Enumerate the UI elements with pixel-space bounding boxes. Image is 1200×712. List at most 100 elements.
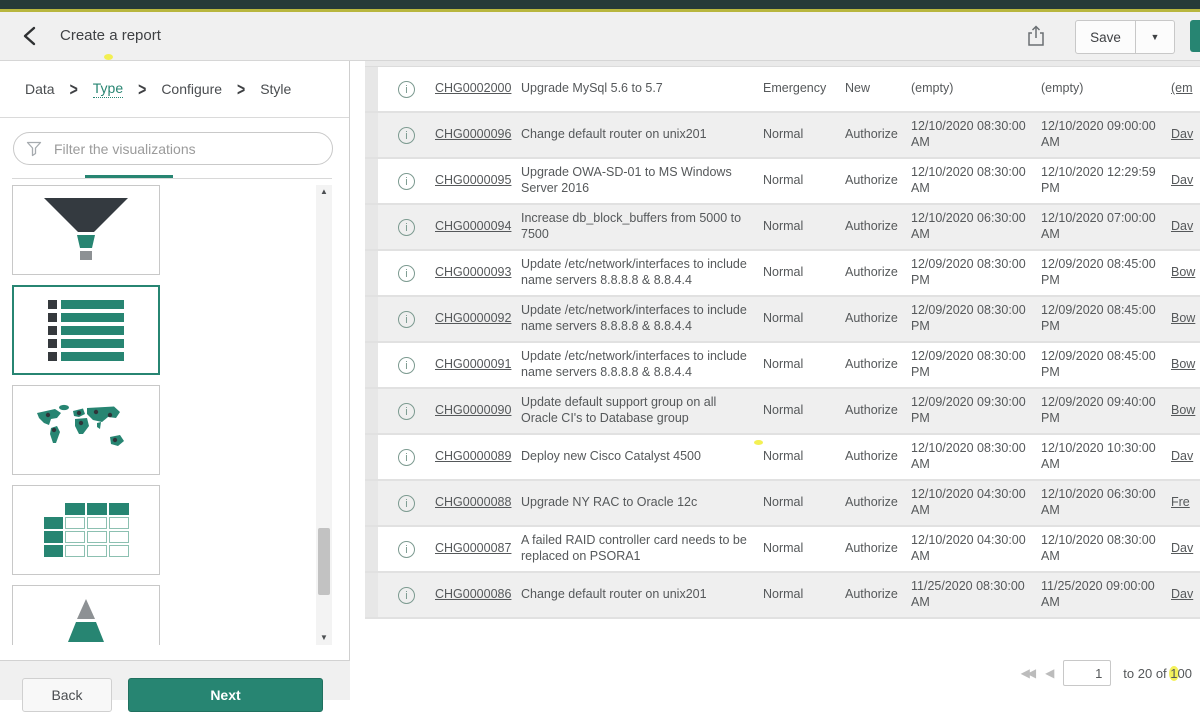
- info-circle-icon[interactable]: [398, 495, 415, 512]
- row-assignee-link[interactable]: Dav: [1171, 541, 1193, 555]
- row-id-link[interactable]: CHG0000090: [435, 403, 511, 417]
- viz-thumb-pyramid[interactable]: [12, 585, 160, 645]
- row-id-link[interactable]: CHG0000088: [435, 495, 511, 509]
- row-assignee-link[interactable]: Bow: [1171, 265, 1195, 279]
- scrollbar-thumb[interactable]: [318, 528, 330, 595]
- row-assignee-link[interactable]: (em: [1171, 81, 1193, 95]
- row-assignee-link[interactable]: Bow: [1171, 403, 1195, 417]
- row-id-link[interactable]: CHG0002000: [435, 81, 511, 95]
- row-assignee-link[interactable]: Bow: [1171, 357, 1195, 371]
- row-id-link[interactable]: CHG0000092: [435, 311, 511, 325]
- pyramid-chart-icon: [41, 597, 131, 645]
- scroll-up-icon[interactable]: ▲: [316, 185, 332, 199]
- row-id-link[interactable]: CHG0000086: [435, 587, 511, 601]
- row-id-link[interactable]: CHG0000091: [435, 357, 511, 371]
- back-button[interactable]: Back: [22, 678, 112, 712]
- viz-thumb-funnel[interactable]: [12, 185, 160, 275]
- row-gutter: [365, 343, 378, 387]
- row-state: Authorize: [845, 168, 911, 194]
- wizard-step-style[interactable]: Style: [260, 81, 291, 97]
- row-id-link[interactable]: CHG0000094: [435, 219, 511, 233]
- info-circle-icon[interactable]: [398, 449, 415, 466]
- save-menu-button[interactable]: ▼: [1136, 20, 1175, 54]
- table-row[interactable]: CHG0000089 Deploy new Cisco Catalyst 450…: [365, 435, 1200, 481]
- wizard-step-type[interactable]: Type: [93, 80, 123, 98]
- info-circle-icon[interactable]: [398, 81, 415, 98]
- info-circle-icon[interactable]: [398, 587, 415, 604]
- row-start-date: 11/25/2020 08:30:00 AM: [911, 574, 1041, 616]
- row-start-date: 12/09/2020 08:30:00 PM: [911, 344, 1041, 386]
- table-row[interactable]: CHG0002000 Upgrade MySql 5.6 to 5.7 Emer…: [365, 67, 1200, 113]
- share-export-icon[interactable]: [1024, 24, 1048, 48]
- wizard-step-configure[interactable]: Configure: [161, 81, 222, 97]
- row-start-date: 12/10/2020 04:30:00 AM: [911, 482, 1041, 524]
- row-state: Authorize: [845, 490, 911, 516]
- table-row[interactable]: CHG0000090 Update default support group …: [365, 389, 1200, 435]
- viz-thumb-list[interactable]: [12, 285, 160, 375]
- first-page-button[interactable]: ◀◀: [1021, 666, 1033, 680]
- viz-thumb-map[interactable]: [12, 385, 160, 475]
- previous-page-button[interactable]: ◀: [1045, 666, 1051, 680]
- viz-list-scrollbar[interactable]: ▲ ▼: [316, 185, 332, 645]
- row-description: Upgrade NY RAC to Oracle 12c: [521, 490, 763, 516]
- edge-teal-button[interactable]: [1190, 20, 1200, 52]
- table-row[interactable]: CHG0000096 Change default router on unix…: [365, 113, 1200, 159]
- row-start-date: 12/10/2020 04:30:00 AM: [911, 528, 1041, 570]
- row-id-link[interactable]: CHG0000093: [435, 265, 511, 279]
- row-id-link[interactable]: CHG0000089: [435, 449, 511, 463]
- panel-footer: Back Next: [0, 660, 350, 700]
- info-circle-icon[interactable]: [398, 219, 415, 236]
- row-assignee-link[interactable]: Dav: [1171, 587, 1193, 601]
- row-start-date: (empty): [911, 76, 1041, 102]
- row-end-date: 12/10/2020 07:00:00 AM: [1041, 206, 1171, 248]
- info-circle-icon[interactable]: [398, 357, 415, 374]
- row-id-link[interactable]: CHG0000087: [435, 541, 511, 555]
- info-circle-icon[interactable]: [398, 541, 415, 558]
- wizard-step-data[interactable]: Data: [25, 81, 55, 97]
- row-description: Increase db_block_buffers from 5000 to 7…: [521, 206, 763, 248]
- back-chevron-icon[interactable]: [20, 25, 42, 47]
- row-assignee-link[interactable]: Dav: [1171, 127, 1193, 141]
- info-circle-icon[interactable]: [398, 403, 415, 420]
- row-priority: Normal: [763, 582, 845, 608]
- row-assignee-link[interactable]: Dav: [1171, 449, 1193, 463]
- table-row[interactable]: CHG0000086 Change default router on unix…: [365, 573, 1200, 619]
- row-start-date: 12/10/2020 08:30:00 AM: [911, 436, 1041, 478]
- row-state: New: [845, 76, 911, 102]
- info-circle-icon[interactable]: [398, 265, 415, 282]
- table-row[interactable]: CHG0000093 Update /etc/network/interface…: [365, 251, 1200, 297]
- change-request-table: CHG0002000 Upgrade MySql 5.6 to 5.7 Emer…: [365, 61, 1200, 619]
- row-assignee-link[interactable]: Dav: [1171, 173, 1193, 187]
- table-row[interactable]: CHG0000091 Update /etc/network/interface…: [365, 343, 1200, 389]
- row-priority: Normal: [763, 490, 845, 516]
- row-gutter: [365, 481, 378, 525]
- app-header: Create a report Save ▼: [0, 12, 1200, 61]
- row-gutter: [365, 251, 378, 295]
- row-end-date: 12/09/2020 08:45:00 PM: [1041, 252, 1171, 294]
- info-circle-icon[interactable]: [398, 311, 415, 328]
- row-end-date: (empty): [1041, 76, 1171, 102]
- row-assignee-link[interactable]: Bow: [1171, 311, 1195, 325]
- filter-visualizations-input[interactable]: [52, 140, 320, 158]
- table-row[interactable]: CHG0000095 Upgrade OWA-SD-01 to MS Windo…: [365, 159, 1200, 205]
- info-circle-icon[interactable]: [398, 173, 415, 190]
- row-assignee-link[interactable]: Dav: [1171, 219, 1193, 233]
- row-end-date: 12/10/2020 08:30:00 AM: [1041, 528, 1171, 570]
- row-id-link[interactable]: CHG0000096: [435, 127, 511, 141]
- viz-thumb-table[interactable]: [12, 485, 160, 575]
- row-state: Authorize: [845, 260, 911, 286]
- table-row[interactable]: CHG0000088 Upgrade NY RAC to Oracle 12c …: [365, 481, 1200, 527]
- row-state: Authorize: [845, 582, 911, 608]
- table-row[interactable]: CHG0000092 Update /etc/network/interface…: [365, 297, 1200, 343]
- row-assignee-link[interactable]: Fre: [1171, 495, 1190, 509]
- info-circle-icon[interactable]: [398, 127, 415, 144]
- scroll-down-icon[interactable]: ▼: [316, 631, 332, 645]
- funnel-chart-icon: [41, 198, 131, 262]
- save-button[interactable]: Save: [1075, 20, 1136, 54]
- table-row[interactable]: CHG0000087 A failed RAID controller card…: [365, 527, 1200, 573]
- table-row[interactable]: CHG0000094 Increase db_block_buffers fro…: [365, 205, 1200, 251]
- row-id-link[interactable]: CHG0000095: [435, 173, 511, 187]
- page-number-input[interactable]: [1063, 660, 1111, 686]
- next-button[interactable]: Next: [128, 678, 323, 712]
- row-gutter: [365, 159, 378, 203]
